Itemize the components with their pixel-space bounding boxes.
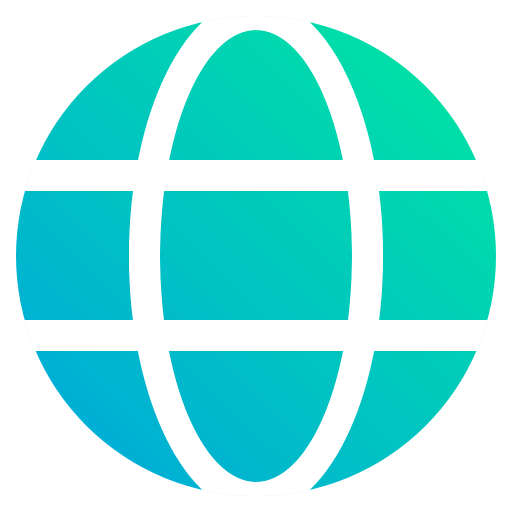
latitude-line-top-inner xyxy=(16,160,496,191)
edge-trim-top xyxy=(200,0,312,14)
meridian-lens xyxy=(160,30,352,482)
globe-icon xyxy=(16,0,496,512)
icon-canvas xyxy=(0,0,512,512)
latitude-line-bottom-inner xyxy=(16,320,496,351)
edge-trim-bottom xyxy=(200,498,312,512)
